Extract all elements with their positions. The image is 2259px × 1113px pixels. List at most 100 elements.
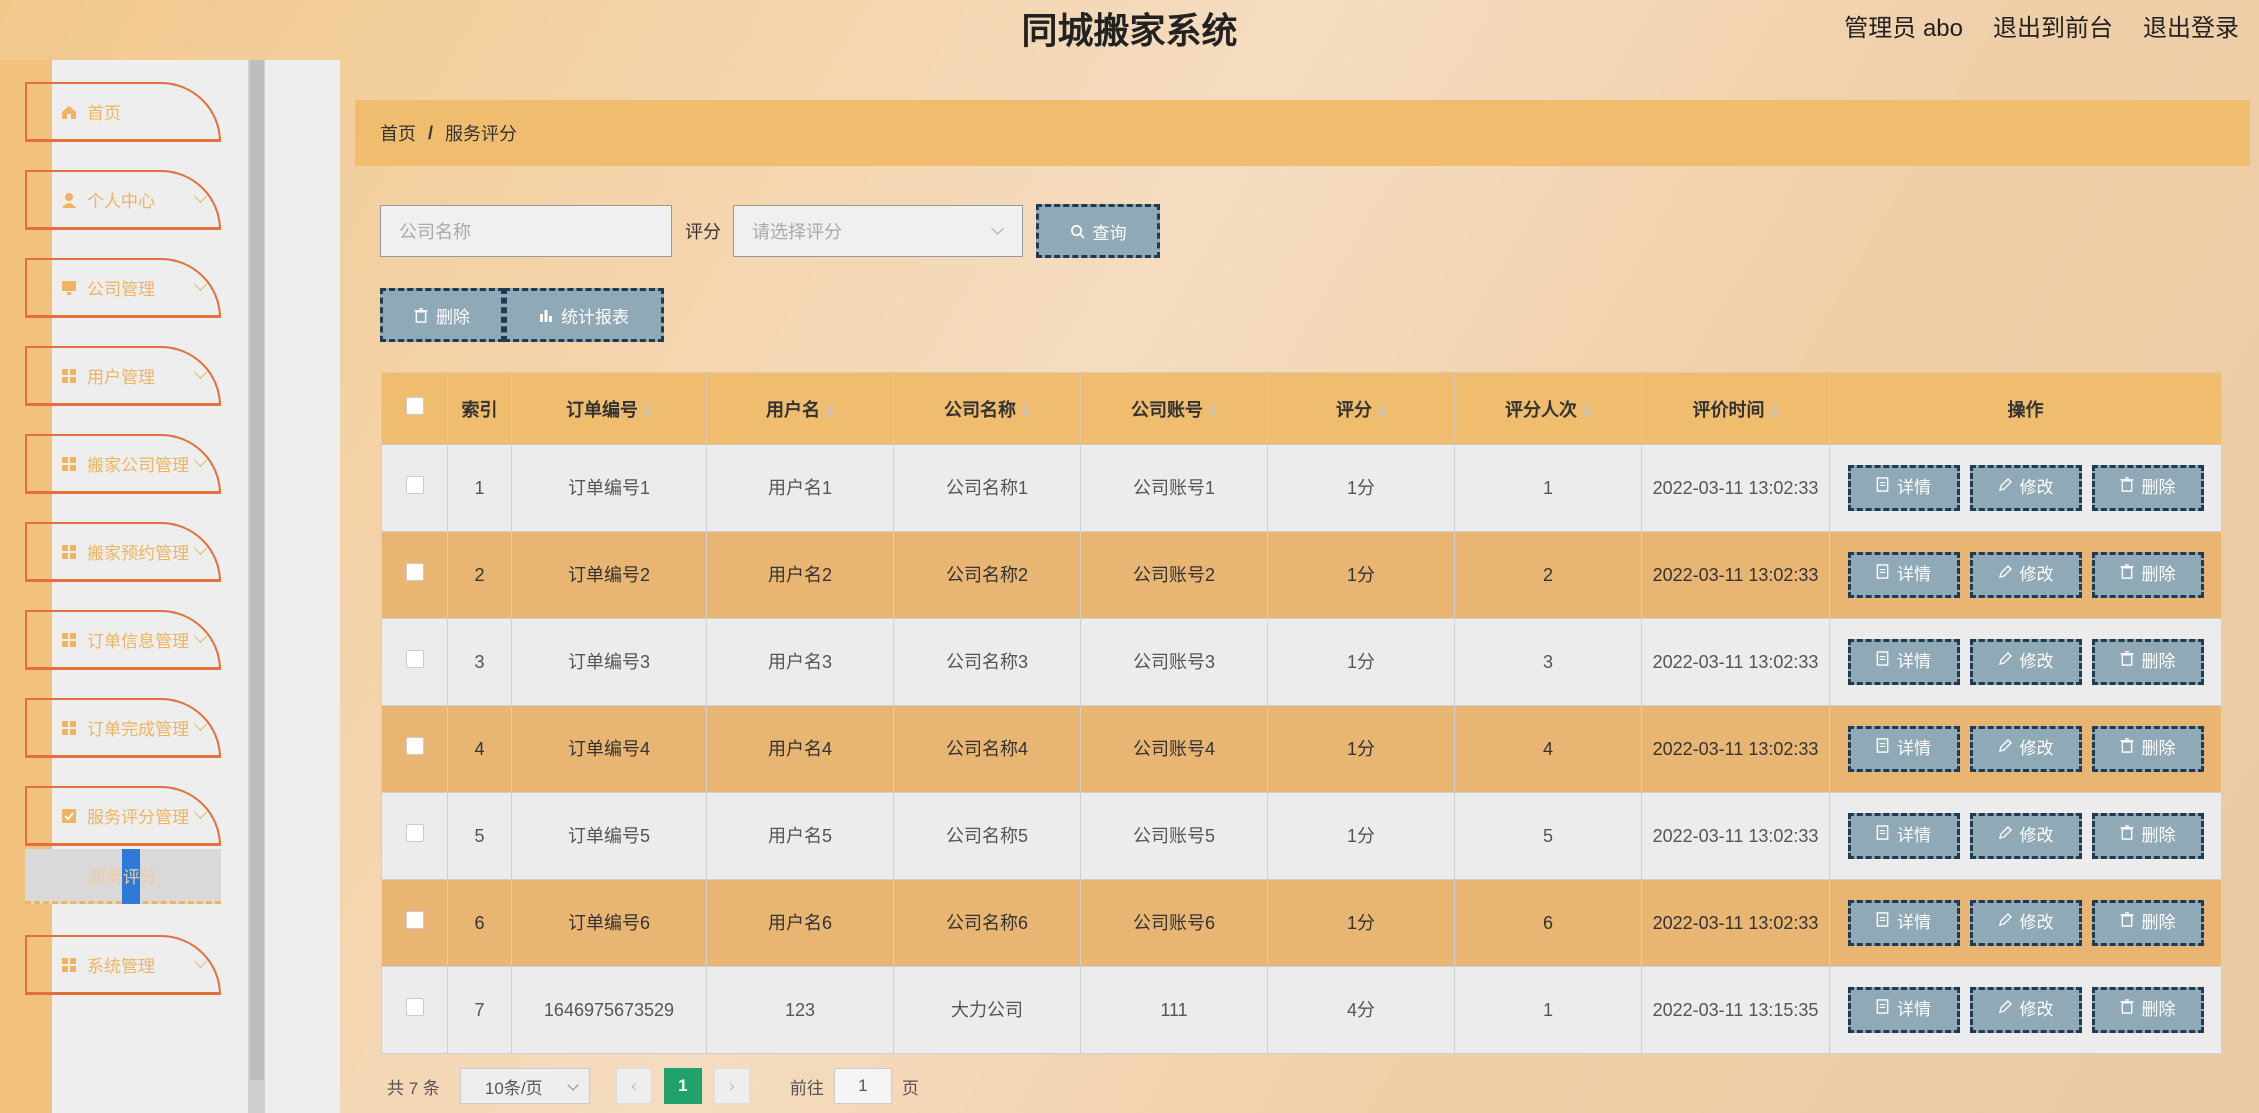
delete-button[interactable]: 删除 [2091,987,2204,1033]
sort-icon[interactable] [1583,403,1591,418]
cell-user: 123 [706,966,894,1054]
row-checkbox[interactable] [405,737,424,755]
edit-button[interactable]: 修改 [1969,639,2082,685]
edit-button[interactable]: 修改 [1969,900,2082,946]
sidebar-item-2[interactable]: 个人中心 [25,170,221,230]
sidebar-item-7[interactable]: 订单信息管理 [25,610,221,670]
rating-table: 索引 订单编号 用户名 公司名称 公司账号 评分 评分人次 评价时间 操作 1订… [381,372,2222,1054]
sort-icon[interactable] [1209,403,1217,418]
select-all-checkbox[interactable] [405,397,424,415]
delete-button[interactable]: 删除 [2091,552,2204,598]
cell-count: 1 [1454,966,1642,1054]
delete-button[interactable]: 删除 [2091,465,2204,511]
sidebar-scrollbar[interactable] [250,60,264,1080]
batch-delete-button[interactable]: 删除 [380,288,504,342]
edit-button[interactable]: 修改 [1969,726,2082,772]
pencil-icon [1998,473,2012,503]
delete-button[interactable]: 删除 [2091,726,2204,772]
sidebar-item-5[interactable]: 搬家公司管理 [25,434,221,494]
goto-prefix: 前往 [789,1078,824,1098]
chevron-down-icon [194,955,207,968]
row-checkbox[interactable] [405,476,424,494]
logout-link[interactable]: 退出登录 [2143,8,2239,43]
next-page-button[interactable]: › [713,1068,750,1104]
sidebar-item-3[interactable]: 公司管理 [25,258,221,318]
sidebar-item-8[interactable]: 订单完成管理 [25,698,221,758]
detail-button[interactable]: 详情 [1847,726,1960,772]
sidebar-item-4[interactable]: 用户管理 [25,346,221,406]
trash-icon [414,307,428,323]
page-size-select[interactable]: 10条/页 [459,1068,590,1104]
detail-button[interactable]: 详情 [1847,465,1960,511]
sort-icon[interactable] [1378,403,1386,418]
row-checkbox[interactable] [405,650,424,668]
grid-icon [61,720,77,736]
goto-page-input[interactable]: 1 [833,1068,892,1104]
sidebar-item-9[interactable]: 服务评分管理 [25,786,221,846]
detail-button[interactable]: 详情 [1847,987,1960,1033]
col-rating-count[interactable]: 评分人次 [1454,372,1642,445]
trash-icon [2119,995,2134,1025]
edit-button[interactable]: 修改 [1969,987,2082,1033]
delete-button[interactable]: 删除 [2091,900,2204,946]
cell-order: 1646975673529 [511,966,707,1054]
back-to-front-link[interactable]: 退出到前台 [1993,8,2113,43]
edit-button[interactable]: 修改 [1969,813,2082,859]
detail-button[interactable]: 详情 [1847,813,1960,859]
cell-time: 2022-03-11 13:02:33 [1641,444,1830,532]
company-name-input[interactable]: 公司名称 [380,205,672,257]
sidebar-subitem-service-rating[interactable]: 服务评分 [25,849,221,904]
query-button[interactable]: 查询 [1036,204,1160,258]
delete-button[interactable]: 删除 [2091,813,2204,859]
cell-count: 5 [1454,792,1642,880]
cell-count: 4 [1454,705,1642,793]
delete-button[interactable]: 删除 [2091,639,2204,685]
grid-icon [61,368,77,384]
sidebar-item-label: 用户管理 [87,368,155,387]
breadcrumb: 首页 / 服务评分 [355,100,2250,166]
detail-button[interactable]: 详情 [1847,900,1960,946]
breadcrumb-home[interactable]: 首页 [380,120,416,146]
rating-select[interactable]: 请选择评分 [733,205,1023,257]
sort-icon[interactable] [1770,403,1779,418]
cell-rating: 1分 [1267,444,1455,532]
col-rating-time[interactable]: 评价时间 [1641,372,1830,445]
detail-button[interactable]: 详情 [1847,639,1960,685]
row-select-cell [381,879,448,967]
action-buttons: 删除 统计报表 [380,288,664,342]
chevron-down-icon [194,454,207,467]
select-all-header [381,372,448,445]
row-checkbox[interactable] [405,911,424,929]
col-rating[interactable]: 评分 [1267,372,1455,445]
sidebar-item-label: 系统管理 [87,957,155,976]
cell-actions: 详情 修改 删除 [1829,444,2222,532]
cell-account: 公司账号1 [1080,444,1268,532]
trash-icon [2119,560,2134,590]
sort-icon[interactable] [644,403,652,418]
detail-button[interactable]: 详情 [1847,552,1960,598]
col-company-account[interactable]: 公司账号 [1080,372,1268,445]
page-number-current[interactable]: 1 [663,1068,702,1104]
cell-actions: 详情 修改 删除 [1829,531,2222,619]
col-company-name[interactable]: 公司名称 [893,372,1081,445]
sort-icon[interactable] [1022,403,1030,418]
edit-button[interactable]: 修改 [1969,552,2082,598]
cell-index: 3 [447,618,512,706]
col-order-no[interactable]: 订单编号 [511,372,707,445]
edit-button[interactable]: 修改 [1969,465,2082,511]
cell-order: 订单编号5 [511,792,707,880]
sidebar-item-1[interactable]: 首页 [25,82,221,142]
col-username[interactable]: 用户名 [706,372,894,445]
cell-time: 2022-03-11 13:15:35 [1641,966,1830,1054]
cell-count: 3 [1454,618,1642,706]
sort-icon[interactable] [826,403,834,418]
sidebar-item-10[interactable]: 系统管理 [25,935,221,995]
sidebar-item-6[interactable]: 搬家预约管理 [25,522,221,582]
row-checkbox[interactable] [405,824,424,842]
prev-page-button[interactable]: ‹ [615,1068,652,1104]
breadcrumb-separator: / [428,122,434,143]
row-checkbox[interactable] [405,998,424,1016]
row-checkbox[interactable] [405,563,424,581]
cell-rating: 4分 [1267,966,1455,1054]
stats-report-button[interactable]: 统计报表 [504,288,664,342]
